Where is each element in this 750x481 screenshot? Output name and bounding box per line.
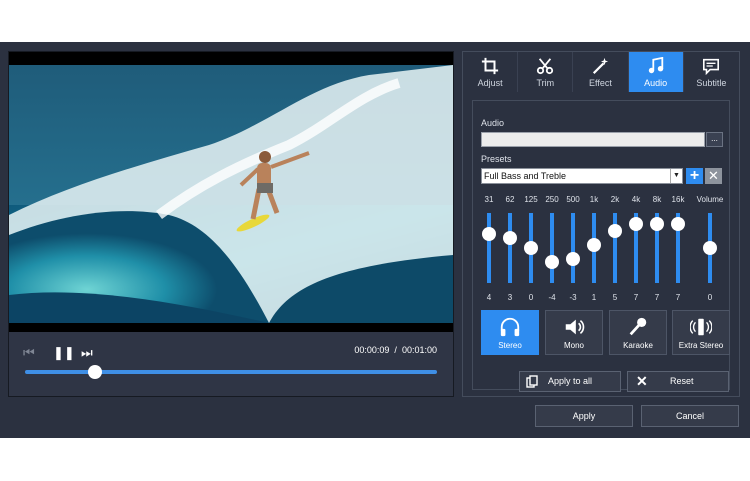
delete-preset-button[interactable]: ✕ (705, 168, 722, 184)
eq-band-slider[interactable] (571, 213, 575, 283)
presets-label: Presets (481, 154, 512, 164)
apply-to-all-label: Apply to all (548, 376, 593, 386)
close-icon: ✕ (636, 373, 648, 389)
audio-settings: Audio ... Presets Full Bass and Treble ▼… (472, 100, 730, 392)
eq-band-handle[interactable] (650, 216, 664, 231)
eq-band-8k: 8k 7 (647, 195, 667, 305)
tab-label: Effect (589, 78, 612, 88)
time-readout: 00:00:09 / 00:01:00 (354, 345, 437, 355)
tab-label: Adjust (477, 78, 503, 88)
eq-band-4k: 4k 7 (626, 195, 646, 305)
eq-band-31: 31 4 (479, 195, 499, 305)
effect-label: Karaoke (623, 341, 653, 350)
playback-controls: ⏮ ❚❚ ⏭ 00:00:09 / 00:01:00 (9, 332, 453, 396)
headphones-icon (482, 311, 538, 341)
settings-panel: Adjust Trim Effect Audio Subtitle Audio … (462, 51, 740, 397)
effect-karaoke-button[interactable]: Karaoke (609, 310, 667, 355)
scissors-icon (518, 52, 572, 78)
eq-band-handle[interactable] (629, 216, 643, 231)
eq-band-slider[interactable] (550, 213, 554, 283)
eq-band-slider[interactable] (508, 213, 512, 283)
eq-band-16k: 16k 7 (668, 195, 688, 305)
tab-label: Subtitle (696, 78, 727, 88)
apply-button[interactable]: Apply (535, 405, 633, 427)
pause-icon[interactable]: ❚❚ (53, 345, 75, 361)
volume-label: Volume (696, 195, 724, 204)
tab-label: Trim (536, 78, 555, 88)
eq-band-handle[interactable] (482, 227, 496, 241)
seek-bar[interactable] (25, 370, 437, 374)
add-preset-button[interactable]: + (686, 168, 703, 184)
eq-band-handle[interactable] (503, 230, 517, 245)
surround-speakers-icon (673, 311, 729, 341)
presets-dropdown[interactable]: Full Bass and Treble ▼ (481, 168, 683, 184)
magic-wand-icon (573, 52, 627, 78)
audio-label: Audio (481, 118, 505, 128)
volume-handle[interactable] (703, 241, 717, 255)
eq-band-handle[interactable] (524, 241, 538, 255)
crop-icon (463, 52, 517, 78)
plus-icon: + (689, 167, 700, 184)
cancel-button[interactable]: Cancel (641, 405, 739, 427)
tab-label: Audio (644, 78, 668, 88)
reset-label: Reset (670, 376, 694, 386)
tab-adjust[interactable]: Adjust (463, 52, 519, 92)
surfer-video-frame (9, 65, 453, 323)
effect-extra-stereo-button[interactable]: Extra Stereo (672, 310, 730, 355)
eq-band-1k: 1k 1 (584, 195, 604, 305)
tab-audio[interactable]: Audio (628, 52, 684, 92)
browse-button[interactable]: ... (706, 132, 723, 147)
eq-band-handle[interactable] (566, 251, 580, 266)
video-player: ⏮ ❚❚ ⏭ 00:00:09 / 00:01:00 (8, 51, 454, 397)
eq-band-500: 500 -3 (563, 195, 583, 305)
effect-label: Mono (563, 341, 584, 350)
apply-to-all-button[interactable]: Apply to all (519, 371, 621, 392)
fast-forward-icon[interactable]: ⏭ (81, 345, 93, 361)
volume-value: 0 (707, 293, 713, 302)
seek-handle[interactable] (88, 365, 103, 379)
eq-band-slider[interactable] (487, 213, 491, 283)
close-icon: ✕ (708, 168, 719, 183)
eq-band-250: 250 -4 (542, 195, 562, 305)
eq-band-62: 62 3 (500, 195, 520, 305)
reset-button[interactable]: ✕ Reset (627, 371, 729, 392)
copy-icon (526, 372, 538, 396)
tab-trim[interactable]: Trim (518, 52, 574, 92)
current-time: 00:00:09 (354, 345, 390, 355)
speaker-icon (546, 311, 602, 341)
music-note-icon (629, 52, 683, 78)
eq-band-125: 125 0 (521, 195, 541, 305)
eq-band-2k: 2k 5 (605, 195, 625, 305)
video-preview[interactable] (9, 65, 453, 323)
microphone-icon (610, 311, 666, 341)
chevron-down-icon: ▼ (670, 169, 682, 183)
effect-stereo-button[interactable]: Stereo (481, 310, 539, 355)
audio-file-field[interactable] (481, 132, 705, 147)
eq-band-handle[interactable] (671, 216, 685, 231)
effect-label: Stereo (498, 341, 522, 350)
effect-label: Extra Stereo (678, 341, 724, 350)
eq-band-handle[interactable] (608, 223, 622, 238)
presets-selected-value: Full Bass and Treble (484, 171, 567, 181)
total-time: 00:01:00 (401, 345, 437, 355)
editor-window: ⏮ ❚❚ ⏭ 00:00:09 / 00:01:00 Adjust Trim E… (0, 42, 750, 438)
eq-band-handle[interactable] (587, 237, 601, 252)
effect-mono-button[interactable]: Mono (545, 310, 603, 355)
subtitle-icon (684, 52, 739, 78)
rewind-icon[interactable]: ⏮ (23, 345, 35, 361)
eq-band-value: 7 (675, 293, 681, 302)
eq-band-handle[interactable] (545, 255, 559, 269)
tab-effect[interactable]: Effect (573, 52, 629, 92)
volume-control: Volume 0 (697, 195, 724, 305)
tab-bar: Adjust Trim Effect Audio Subtitle (463, 52, 739, 92)
time-separator: / (394, 345, 397, 355)
tab-subtitle[interactable]: Subtitle (684, 52, 739, 92)
